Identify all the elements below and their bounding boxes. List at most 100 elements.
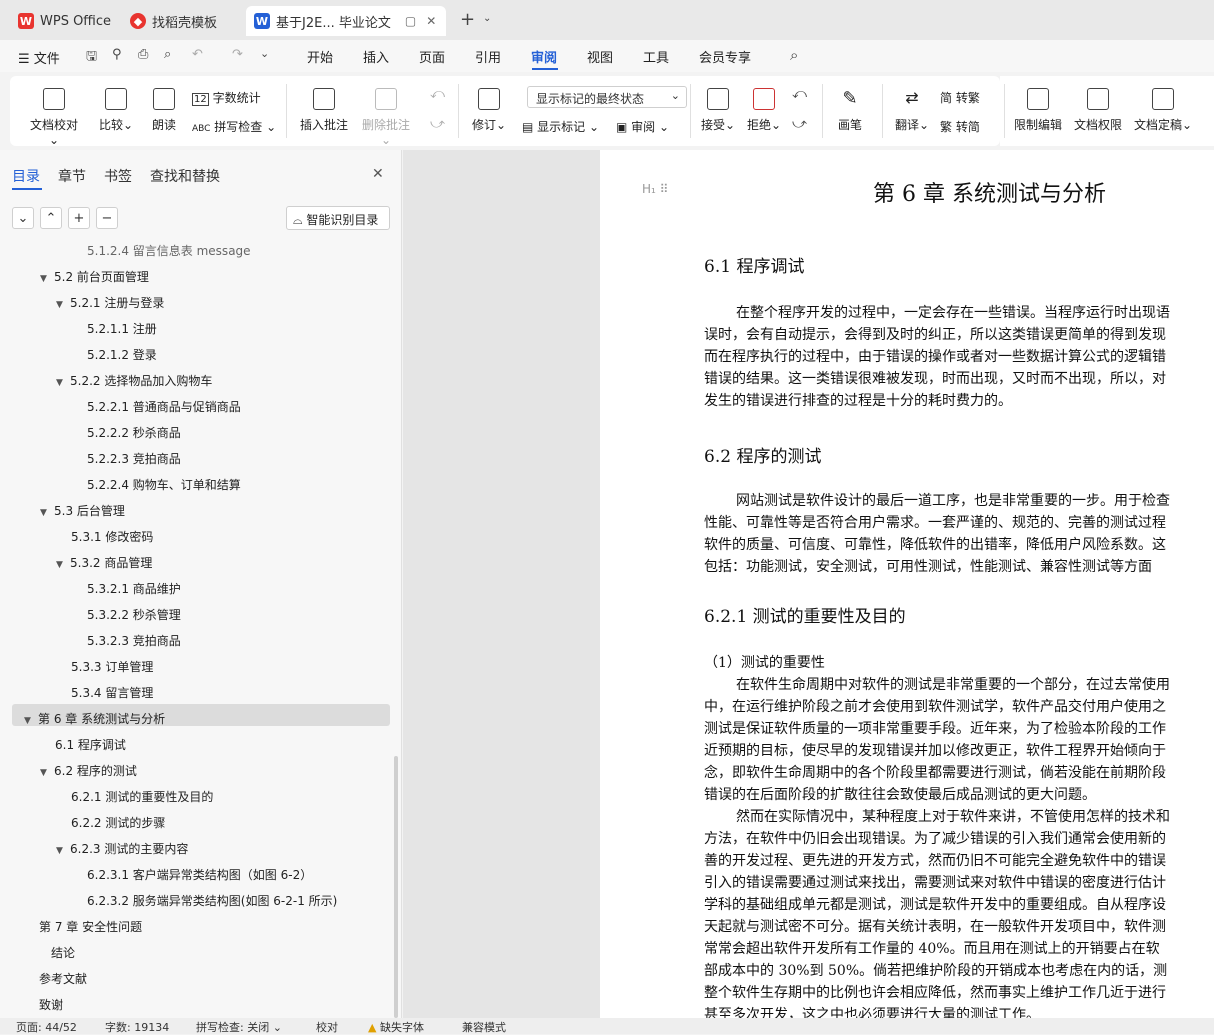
toc-item[interactable]: 6.1 程序调试 xyxy=(55,736,126,753)
document-canvas[interactable]: H₁ ⠿ 第 6 章 系统测试与分析 6.1 程序调试 在整个程序开发的过程中，… xyxy=(403,150,1214,1018)
tab-thesis-doc[interactable]: W 基于J2E... 毕业论文 ▢ ✕ xyxy=(246,6,446,36)
panel-tab-bookmarks[interactable]: 书签 xyxy=(104,166,132,186)
toc-item[interactable]: 5.2.2.3 竞拍商品 xyxy=(87,450,181,467)
toc-item[interactable]: 5.2.1.1 注册 xyxy=(87,320,157,337)
toc-item[interactable]: 第 7 章 安全性问题 xyxy=(39,918,142,935)
missing-font-status[interactable]: ▲ 缺失字体 xyxy=(368,1019,424,1035)
prev-comment-icon[interactable]: ⤺ xyxy=(430,86,445,102)
tab-wps-office[interactable]: W WPS Office xyxy=(10,6,119,36)
toc-item[interactable]: ▼ 6.2 程序的测试 xyxy=(40,762,137,779)
word-count-button[interactable]: 12 字数统计 xyxy=(192,89,261,106)
markup-state-select[interactable]: 显示标记的最终状态 ⌄ xyxy=(527,86,687,108)
toc-item[interactable]: 5.3.2.1 商品维护 xyxy=(87,580,181,597)
document-page[interactable]: H₁ ⠿ 第 6 章 系统测试与分析 6.1 程序调试 在整个程序开发的过程中，… xyxy=(600,150,1214,1018)
add-heading-button[interactable]: + xyxy=(68,207,90,229)
toc-item[interactable]: 6.2.3.1 客户端异常类结构图（如图 6-2） xyxy=(87,866,312,883)
tab-template[interactable]: ◆ 找稻壳模板 xyxy=(122,6,225,36)
close-tab-icon[interactable]: ✕ xyxy=(426,14,436,28)
expand-arrow-icon[interactable]: ▼ xyxy=(40,768,54,778)
menu-member[interactable]: 会员专享 xyxy=(699,47,751,66)
next-comment-icon[interactable]: ⤻ xyxy=(430,116,445,132)
revise-button[interactable]: 修订⌄ xyxy=(468,88,510,133)
page-indicator[interactable]: 页面: 44/52 xyxy=(16,1019,77,1035)
next-revision-icon[interactable]: ⤻ xyxy=(792,116,807,132)
toc-item[interactable]: 6.2.1 测试的重要性及目的 xyxy=(71,788,213,805)
compare-button[interactable]: 比较⌄ xyxy=(96,88,136,133)
insert-comment-button[interactable]: 插入批注 xyxy=(298,88,350,133)
toc-item[interactable]: 参考文献 xyxy=(39,970,87,987)
expand-arrow-icon[interactable]: ▼ xyxy=(24,716,38,726)
toc-item[interactable]: 致谢 xyxy=(39,996,63,1013)
toc-item[interactable]: 6.2.3.2 服务端异常类结构图(如图 6-2-1 所示) xyxy=(87,892,337,909)
toc-item[interactable]: ▼ 5.3.2 商品管理 xyxy=(56,554,152,571)
toc-item[interactable]: ▼ 第 6 章 系统测试与分析 xyxy=(24,710,165,727)
toc-item[interactable]: 5.3.3 订单管理 xyxy=(71,658,153,675)
remove-heading-button[interactable]: − xyxy=(96,207,118,229)
print-preview-icon[interactable]: ⌕ xyxy=(164,47,171,62)
toc-item[interactable]: 5.2.2.2 秒杀商品 xyxy=(87,424,181,441)
toc-scrollbar[interactable] xyxy=(394,756,398,1018)
expand-arrow-icon[interactable]: ▼ xyxy=(40,508,54,518)
expand-arrow-icon[interactable]: ▼ xyxy=(56,300,70,310)
smart-toc-button[interactable]: ⌓ 智能识别目录 xyxy=(286,206,390,230)
close-panel-icon[interactable]: ✕ xyxy=(372,166,384,182)
expand-arrow-icon[interactable]: ▼ xyxy=(56,846,70,856)
review-pane-button[interactable]: ▣ 审阅 ⌄ xyxy=(616,118,669,135)
doc-finalize-button[interactable]: 文档定稿⌄ xyxy=(1132,88,1194,133)
save-icon[interactable]: 🖫 xyxy=(86,47,97,69)
to-traditional-button[interactable]: 简 转繁 xyxy=(940,89,980,106)
toc-item[interactable]: 结论 xyxy=(51,944,75,961)
word-count-indicator[interactable]: 字数: 19134 xyxy=(105,1019,169,1035)
prev-revision-icon[interactable]: ⤺ xyxy=(792,86,807,102)
share-icon[interactable]: ⚲ xyxy=(112,47,122,62)
doc-permission-button[interactable]: 文档权限 xyxy=(1072,88,1124,133)
menu-reference[interactable]: 引用 xyxy=(475,47,501,66)
pen-button[interactable]: ✎ 画笔 xyxy=(832,88,868,133)
panel-tab-find-replace[interactable]: 查找和替换 xyxy=(150,166,220,186)
search-icon[interactable]: ⌕ xyxy=(790,46,798,64)
toc-item[interactable]: ▼ 5.3 后台管理 xyxy=(40,502,125,519)
expand-level-button[interactable]: ⌃ xyxy=(40,207,62,229)
toc-item[interactable]: 5.3.2.3 竞拍商品 xyxy=(87,632,181,649)
collapse-level-button[interactable]: ⌄ xyxy=(12,207,34,229)
to-simplified-button[interactable]: 繁 转简 xyxy=(940,118,980,135)
panel-tab-sections[interactable]: 章节 xyxy=(58,166,86,186)
show-markup-button[interactable]: ▤ 显示标记 ⌄ xyxy=(522,118,599,135)
redo-icon[interactable]: ↷ xyxy=(232,47,243,62)
toc-item[interactable]: 6.2.2 测试的步骤 xyxy=(71,814,165,831)
menu-insert[interactable]: 插入 xyxy=(363,47,389,66)
tab-list-chevron-icon[interactable]: ⌄ xyxy=(483,13,491,24)
proofread-status[interactable]: 校对 xyxy=(316,1019,338,1035)
menu-page[interactable]: 页面 xyxy=(419,47,445,66)
menu-file[interactable]: ☰ 文件 xyxy=(18,48,60,67)
expand-arrow-icon[interactable]: ▼ xyxy=(56,378,70,388)
undo-icon[interactable]: ↶ xyxy=(192,47,203,62)
toc-item[interactable]: 5.1.2.4 留言信息表 message xyxy=(87,242,251,259)
new-tab-plus-icon[interactable]: + xyxy=(460,9,475,30)
translate-button[interactable]: ⇄ 翻译⌄ xyxy=(890,88,934,133)
panel-tab-toc[interactable]: 目录 xyxy=(12,166,40,186)
delete-comment-button[interactable]: 删除批注⌄ xyxy=(358,88,414,147)
toc-item[interactable]: ▼ 5.2 前台页面管理 xyxy=(40,268,149,285)
quick-access-chevron-icon[interactable]: ⌄ xyxy=(260,47,269,60)
toc-item[interactable]: 5.3.1 修改密码 xyxy=(71,528,153,545)
toc-item[interactable]: 5.2.2.1 普通商品与促销商品 xyxy=(87,398,241,415)
toc-item[interactable]: 5.3.2.2 秒杀管理 xyxy=(87,606,181,623)
read-aloud-button[interactable]: 朗读 xyxy=(148,88,180,133)
expand-arrow-icon[interactable]: ▼ xyxy=(40,274,54,284)
reject-button[interactable]: 拒绝⌄ xyxy=(744,88,784,133)
menu-view[interactable]: 视图 xyxy=(587,47,613,66)
toc-item[interactable]: 5.2.1.2 登录 xyxy=(87,346,157,363)
toc-item[interactable]: ▼ 5.2.1 注册与登录 xyxy=(56,294,164,311)
toc-item[interactable]: 5.2.2.4 购物车、订单和结算 xyxy=(87,476,241,493)
menu-review[interactable]: 审阅 xyxy=(531,47,557,66)
print-icon[interactable]: ⎙ xyxy=(138,47,148,62)
toc-item[interactable]: ▼ 5.2.2 选择物品加入购物车 xyxy=(56,372,212,389)
spell-check-button[interactable]: ABC 拼写检查 ⌄ xyxy=(192,118,276,135)
expand-arrow-icon[interactable]: ▼ xyxy=(56,560,70,570)
restore-window-icon[interactable]: ▢ xyxy=(405,14,416,28)
restrict-edit-button[interactable]: 限制编辑 xyxy=(1012,88,1064,133)
accept-button[interactable]: 接受⌄ xyxy=(698,88,738,133)
menu-start[interactable]: 开始 xyxy=(307,47,333,66)
toc-item[interactable]: 5.3.4 留言管理 xyxy=(71,684,153,701)
